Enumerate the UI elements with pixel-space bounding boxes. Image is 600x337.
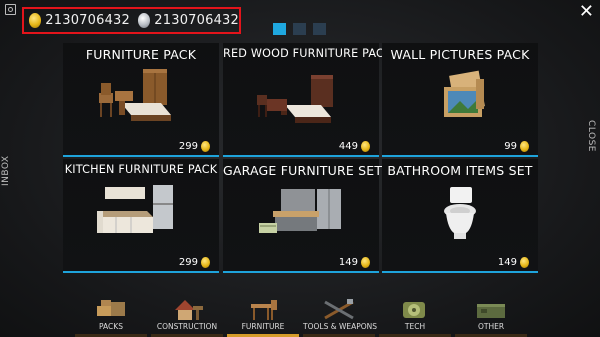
tab-tech[interactable]: TECH [379,288,451,337]
settings-box-icon[interactable] [5,4,16,15]
pack-title: KITCHEN FURNITURE PACK [64,163,218,176]
gold-coin-icon [520,257,529,268]
pack-card-garage[interactable]: GARAGE FURNITURE SET 149 [223,159,383,273]
kitchen-furniture-icon [97,185,173,233]
pack-title: RED WOOD FURNITURE PACK [223,47,392,60]
page-indicator [273,23,326,35]
close-icon[interactable]: ✕ [579,3,594,21]
inbox-tab[interactable]: INBOX [1,155,11,186]
gold-amount: 2130706432 [45,13,130,28]
page-dot-2[interactable] [293,23,306,35]
packs-icon [97,300,125,316]
page-dot-1[interactable] [273,23,286,35]
tab-furniture[interactable]: FURNITURE [227,288,299,337]
pack-card-red-wood[interactable]: RED WOOD FURNITURE PACK 449 [223,43,392,157]
gold-coin-icon [201,141,210,152]
pack-price: 449 [339,141,370,152]
pack-card-kitchen[interactable]: KITCHEN FURNITURE PACK 299 [63,159,219,273]
tab-other[interactable]: OTHER [455,288,527,337]
red-wood-furniture-icon [257,75,333,123]
tab-label: PACKS [99,322,123,331]
tab-label: OTHER [477,322,505,331]
toilet-icon [444,187,476,239]
tab-label: CONSTRUCTION [156,322,218,331]
tools-weapons-icon [324,299,354,320]
gold-coin-icon [520,141,529,152]
silver-coin-icon [138,13,151,28]
pack-title: GARAGE FURNITURE SET [223,163,383,178]
pack-title: WALL PICTURES PACK [390,47,530,62]
furniture-set-icon [99,69,171,121]
category-tabs: PACKS CONSTRUCTION FURNITURE TOOLS & WEA… [75,288,527,337]
garage-furniture-icon [259,189,341,233]
pack-title: BATHROOM ITEMS SET [387,163,533,178]
pack-title: FURNITURE PACK [85,47,197,62]
pack-price: 99 [504,141,529,152]
tab-tools-weapons[interactable]: TOOLS & WEAPONS [303,288,378,337]
pack-price: 299 [179,257,210,268]
tab-label: TOOLS & WEAPONS [303,322,378,331]
gold-coin-icon [29,13,42,28]
pack-price: 149 [498,257,529,268]
furniture-icon [251,300,277,320]
pack-card-wall-pictures[interactable]: WALL PICTURES PACK 99 [382,43,538,157]
other-icon [477,304,505,318]
gold-coin-icon [361,257,370,268]
close-tab[interactable]: CLOSE [586,120,596,152]
currency-display: 2130706432 2130706432 [22,7,241,34]
pack-card-bathroom[interactable]: BATHROOM ITEMS SET 149 [382,159,538,273]
tab-label: TECH [404,322,426,331]
pack-grid: FURNITURE PACK 299 RED WOOD FURNITURE PA… [63,43,539,273]
pack-card-furniture[interactable]: FURNITURE PACK 299 [63,43,219,157]
gold-coin-icon [361,141,370,152]
wall-pictures-icon [444,70,485,117]
tab-label: FURNITURE [241,322,285,331]
gold-coin-icon [201,257,210,268]
tab-construction[interactable]: CONSTRUCTION [151,288,223,337]
pack-price: 149 [339,257,370,268]
silver-amount: 2130706432 [154,13,239,28]
tech-icon [403,302,425,318]
pack-price: 299 [179,141,210,152]
page-dot-3[interactable] [313,23,326,35]
construction-icon [175,300,203,320]
tab-packs[interactable]: PACKS [75,288,147,337]
